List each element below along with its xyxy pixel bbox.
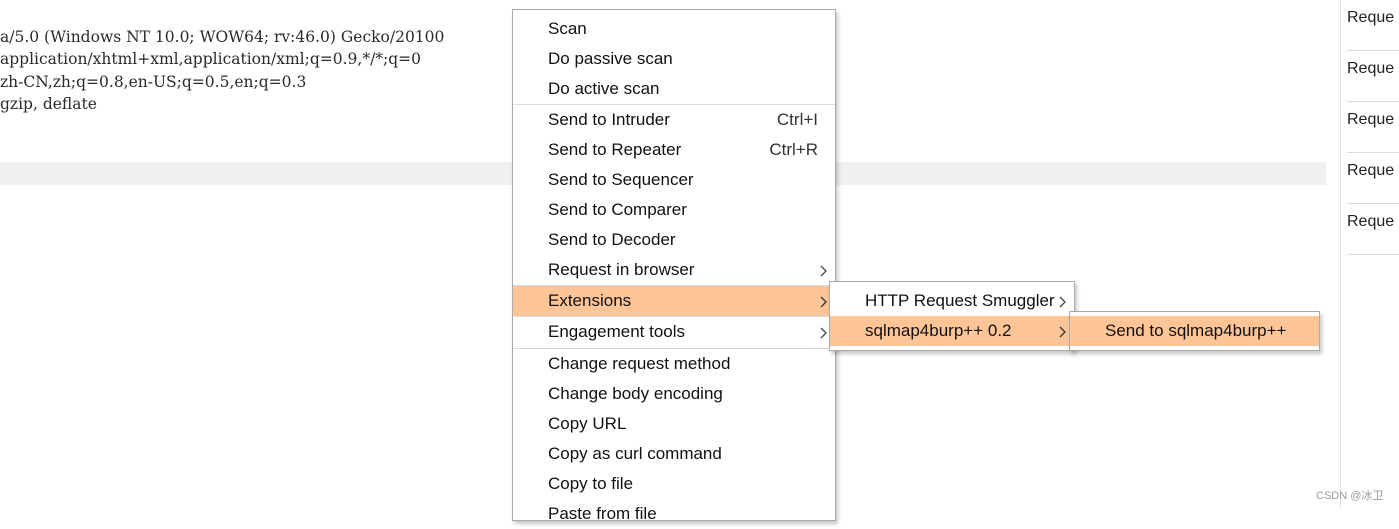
side-panel-item[interactable]: Reque: [1347, 102, 1399, 153]
menu-item-copy-url[interactable]: Copy URL: [513, 409, 835, 439]
menu-item-paste-from-file[interactable]: Paste from file: [513, 499, 835, 529]
menu-item-send-to-repeater[interactable]: Send to Repeater Ctrl+R: [513, 135, 835, 165]
side-panel-item[interactable]: Reque: [1347, 204, 1399, 255]
menu-item-send-to-intruder[interactable]: Send to Intruder Ctrl+I: [513, 105, 835, 135]
sqlmap-submenu: Send to sqlmap4burp++: [1069, 311, 1320, 351]
menu-item-scan[interactable]: Scan: [513, 14, 835, 44]
side-panel: Reque Reque Reque Reque Reque: [1340, 0, 1399, 510]
watermark: CSDN @冰卫: [1316, 490, 1384, 502]
side-panel-item[interactable]: Reque: [1347, 0, 1399, 51]
menu-item-send-to-decoder[interactable]: Send to Decoder: [513, 225, 835, 255]
side-panel-item[interactable]: Reque: [1347, 51, 1399, 102]
context-menu: Scan Do passive scan Do active scan Send…: [512, 9, 836, 523]
header-line-accept: application/xhtml+xml,application/xml;q=…: [0, 50, 422, 68]
shortcut-label: Ctrl+R: [769, 140, 818, 159]
menu-item-change-request-method[interactable]: Change request method: [513, 349, 835, 379]
chevron-right-icon: [1059, 286, 1069, 316]
header-line-accept-language: zh-CN,zh;q=0.8,en-US;q=0.5,en;q=0.3: [0, 73, 307, 91]
menu-item-do-passive-scan[interactable]: Do passive scan: [513, 44, 835, 74]
shortcut-label: Ctrl+I: [776, 110, 818, 129]
menu-item-engagement-tools[interactable]: Engagement tools: [513, 317, 835, 347]
side-panel-item[interactable]: Reque: [1347, 153, 1399, 204]
menu-item-change-body-encoding[interactable]: Change body encoding: [513, 379, 835, 409]
chevron-right-icon: [1059, 316, 1069, 346]
menu-item-extensions[interactable]: Extensions: [513, 286, 835, 316]
menu-item-do-active-scan[interactable]: Do active scan: [513, 74, 835, 104]
menu-item-request-in-browser[interactable]: Request in browser: [513, 255, 835, 285]
menu-item-copy-as-curl[interactable]: Copy as curl command: [513, 439, 835, 469]
submenu-item-http-request-smuggler[interactable]: HTTP Request Smuggler: [830, 286, 1074, 316]
submenu-item-sqlmap4burp[interactable]: sqlmap4burp++ 0.2: [830, 316, 1074, 346]
menu-item-copy-to-file[interactable]: Copy to file: [513, 469, 835, 499]
submenu-item-send-to-sqlmap4burp[interactable]: Send to sqlmap4burp++: [1070, 316, 1319, 346]
header-line-user-agent: a/5.0 (Windows NT 10.0; WOW64; rv:46.0) …: [0, 28, 445, 46]
menu-item-send-to-sequencer[interactable]: Send to Sequencer: [513, 165, 835, 195]
extensions-submenu: HTTP Request Smuggler sqlmap4burp++ 0.2: [829, 281, 1075, 351]
menu-item-send-to-comparer[interactable]: Send to Comparer: [513, 195, 835, 225]
header-line-accept-encoding: gzip, deflate: [0, 95, 97, 113]
